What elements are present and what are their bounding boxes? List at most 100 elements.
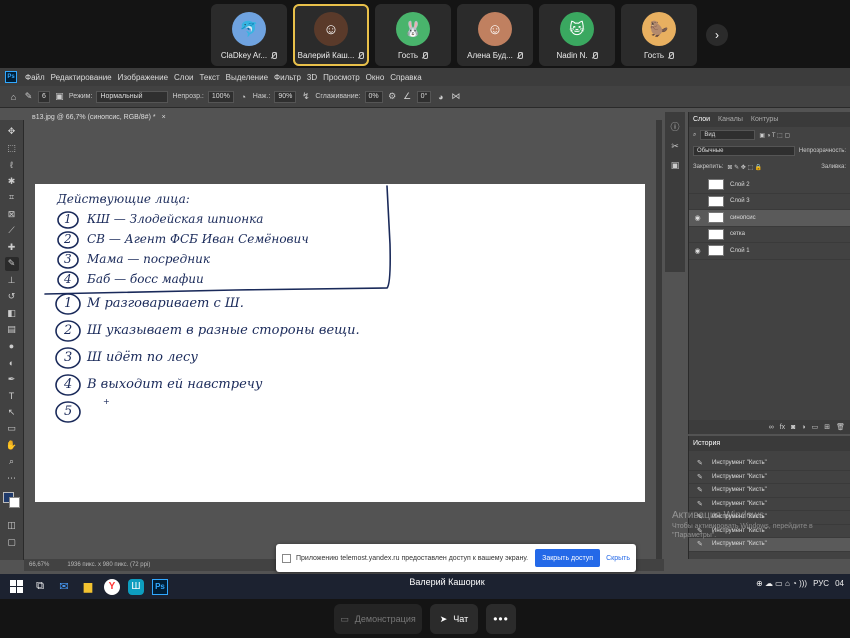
mode-select[interactable]: Нормальный (96, 90, 169, 103)
tray-icons[interactable]: ⊕ ☁ ▭ ⌂ ◔ ))) (756, 579, 807, 588)
eyedropper-tool-icon[interactable]: ⟋ (5, 224, 19, 238)
zoom-tool-icon[interactable]: ⌕ (5, 455, 19, 469)
layer-row[interactable]: Слой 3 (689, 194, 850, 210)
participant-tile[interactable]: 🐰 Гость (375, 4, 451, 66)
crop-tool-icon[interactable]: ⌗ (5, 191, 19, 205)
link-layers-icon[interactable]: ∞ (769, 424, 774, 431)
symmetry-icon[interactable]: ⋈ (450, 91, 461, 102)
fx-icon[interactable]: fx (780, 424, 785, 431)
path-select-tool-icon[interactable]: ↖ (5, 406, 19, 420)
participant-tile[interactable]: ☺ Алена Буд... (457, 4, 533, 66)
chat-button[interactable]: ➤ Чат (430, 604, 478, 634)
adjustment-layer-icon[interactable]: ◑ (801, 424, 805, 431)
participant-tile[interactable]: 🐱 Nadin N. (539, 4, 615, 66)
healing-tool-icon[interactable]: ✚ (5, 241, 19, 255)
history-item[interactable]: ✎ Инструмент "Кисть" (689, 498, 850, 511)
gradient-tool-icon[interactable]: ▤ (5, 323, 19, 337)
more-button[interactable]: ••• (486, 604, 516, 634)
more-tools-icon[interactable]: ⋯ (5, 472, 19, 486)
hide-notice-link[interactable]: Скрыть (606, 555, 630, 562)
pressure-opacity-icon[interactable]: ◔ (238, 91, 249, 102)
folder-icon[interactable]: ▆ (80, 579, 96, 595)
task-view-icon[interactable]: ⧉ (32, 579, 48, 595)
background-color[interactable] (9, 497, 20, 508)
language-indicator[interactable]: РУС (813, 579, 829, 588)
canvas-scrollbar[interactable] (656, 120, 662, 560)
move-tool-icon[interactable]: ✥ (5, 125, 19, 139)
windows-start-icon[interactable] (8, 579, 24, 595)
menu-item[interactable]: 3D (304, 73, 320, 82)
layer-row[interactable]: ◉ синопсис (689, 210, 850, 227)
layer-row[interactable]: сетка (689, 227, 850, 243)
filter-icons[interactable]: ▣ ◑ T ⬚ ▢ (759, 132, 790, 139)
clock[interactable]: 04 (835, 579, 844, 588)
type-tool-icon[interactable]: T (5, 389, 19, 403)
frame-tool-icon[interactable]: ⊠ (5, 208, 19, 222)
trash-icon[interactable]: 🗑 (836, 423, 845, 431)
menu-item[interactable]: Справка (387, 73, 424, 82)
shape-tool-icon[interactable]: ▭ (5, 422, 19, 436)
brush-tool-icon[interactable]: ✎ (4, 257, 19, 271)
eye-icon[interactable]: ◉ (693, 214, 702, 222)
brush-settings-icon[interactable]: ▣ (54, 91, 65, 102)
layer-row[interactable]: Слой 2 (689, 177, 850, 194)
brush-preset-icon[interactable]: ✎ (23, 91, 34, 102)
participant-tile[interactable]: 🦫 Гость (621, 4, 697, 66)
document-canvas[interactable]: + Действующие лица: 1 КШ — Злодейская шпи… (35, 184, 645, 502)
history-brush-tool-icon[interactable]: ↺ (5, 290, 19, 304)
eye-icon[interactable]: ◉ (693, 247, 702, 255)
history-item[interactable]: ✎ Инструмент "Кисть" (689, 538, 850, 552)
history-item[interactable]: ✎ Инструмент "Кисть" (689, 484, 850, 498)
yandex-browser-icon[interactable]: Y (104, 578, 120, 595)
menu-item[interactable]: Файл (22, 73, 48, 82)
menu-item[interactable]: Выделение (223, 73, 271, 82)
angle-field[interactable]: 0° (416, 90, 432, 103)
participant-tile[interactable]: 🐬 ClaDkey Ar... (211, 4, 287, 66)
stamp-tool-icon[interactable]: ⊥ (5, 274, 19, 288)
lock-icons[interactable]: ⊠ ✎ ✥ ⬚ 🔒 (727, 164, 762, 171)
info-icon[interactable]: ⓘ (670, 120, 679, 133)
next-participants-button[interactable]: › (706, 24, 728, 46)
layer-filter-select[interactable]: Вид (700, 130, 756, 140)
screen-share-button[interactable]: ▭ Демонстрация (334, 604, 422, 634)
menu-item[interactable]: Фильтр (271, 73, 304, 82)
document-tab[interactable]: в13.jpg @ 66,7% (синопсис, RGB/8#) * × (28, 110, 170, 124)
marquee-tool-icon[interactable]: ⬚ (5, 142, 19, 156)
history-item[interactable]: ✎ Инструмент "Кисть" (689, 471, 850, 484)
layers-tab[interactable]: Контуры (751, 116, 778, 123)
eraser-tool-icon[interactable]: ◧ (5, 307, 19, 321)
airbrush-icon[interactable]: ↯ (300, 91, 311, 102)
smoothing-field[interactable]: 0% (364, 90, 383, 103)
opacity-field[interactable]: 100% (207, 90, 234, 103)
layers-tab[interactable]: Слои (693, 116, 710, 123)
mail-icon[interactable]: ✉ (56, 579, 72, 595)
pressure-size-icon[interactable]: ◕ (435, 91, 446, 102)
menu-item[interactable]: Редактирование (48, 73, 115, 82)
new-group-icon[interactable]: ▭ (812, 423, 819, 431)
close-icon[interactable]: × (162, 114, 166, 121)
gear-icon[interactable]: ⚙ (387, 91, 398, 102)
home-icon[interactable]: ⌂ (8, 91, 19, 102)
lasso-tool-icon[interactable]: ℓ (5, 158, 19, 172)
menu-item[interactable]: Слои (171, 73, 196, 82)
quick-mask-icon[interactable]: ◫ (5, 519, 19, 533)
tab-history[interactable]: История (693, 440, 720, 447)
layers-tab[interactable]: Каналы (718, 116, 743, 123)
photoshop-taskbar-icon[interactable]: Ps (152, 578, 168, 595)
tool-presets-icon[interactable]: ✂ (671, 141, 679, 152)
blur-tool-icon[interactable]: ● (5, 340, 19, 354)
dodge-tool-icon[interactable]: ◐ (5, 356, 19, 370)
menu-item[interactable]: Текст (196, 73, 222, 82)
status-zoom[interactable]: 66,67% (29, 562, 49, 568)
participant-tile[interactable]: ☺ Валерий Каш... (293, 4, 369, 66)
screen-mode-icon[interactable]: ▢ (5, 536, 19, 550)
blend-mode-select[interactable]: Обычные (693, 146, 795, 156)
add-mask-icon[interactable]: ◙ (791, 424, 795, 431)
new-layer-icon[interactable]: ⊞ (824, 423, 830, 431)
pressure-field[interactable]: 90% (274, 90, 297, 103)
quick-select-tool-icon[interactable]: ✱ (5, 175, 19, 189)
hand-tool-icon[interactable]: ✋ (5, 439, 19, 453)
menu-item[interactable]: Просмотр (320, 73, 363, 82)
pen-tool-icon[interactable]: ✒ (5, 373, 19, 387)
layer-row[interactable]: ◉ Слой 1 (689, 243, 850, 260)
